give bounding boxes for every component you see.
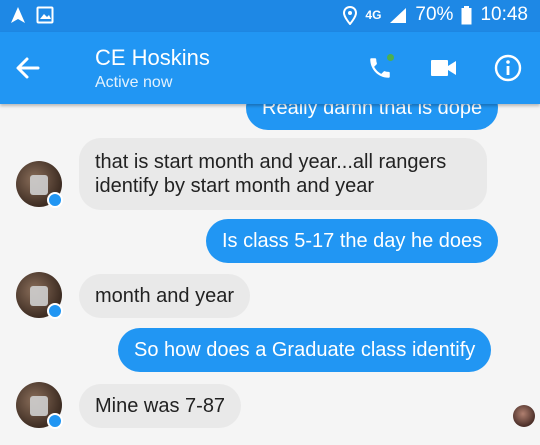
- received-message[interactable]: Mine was 7-87: [79, 384, 242, 428]
- voice-call-button[interactable]: [364, 52, 396, 84]
- contact-name[interactable]: CE Hoskins: [95, 45, 210, 71]
- info-button[interactable]: [492, 52, 524, 84]
- message-text-line: identify by start month and year: [95, 175, 375, 197]
- battery-percent: 70%: [415, 4, 454, 25]
- sent-message[interactable]: Is class 5-17 the day he does: [206, 219, 499, 263]
- navigation-icon: [11, 7, 25, 23]
- online-indicator: [386, 53, 395, 62]
- received-message[interactable]: that is start month and year...all range…: [79, 138, 487, 210]
- status-bar: 4G 70% 10:48: [0, 0, 540, 32]
- message-text-line: that is start month and year...all range…: [95, 151, 447, 173]
- message-text: Really damn that is dope: [262, 104, 483, 119]
- message-text: month and year: [95, 285, 234, 307]
- clock: 10:48: [480, 4, 528, 25]
- info-icon: [494, 54, 522, 82]
- arrow-left-icon: [16, 57, 40, 79]
- video-camera-icon: [431, 60, 456, 76]
- message-list[interactable]: Really damn that is dope that is start m…: [0, 104, 540, 445]
- message-text: So how does a Graduate class identify: [134, 339, 476, 361]
- signal-icon: [390, 7, 407, 23]
- gallery-icon: [36, 6, 54, 24]
- network-type: 4G: [365, 8, 382, 22]
- back-button[interactable]: [14, 54, 46, 82]
- conversation-header: CE Hoskins Active now: [0, 32, 540, 104]
- video-call-button[interactable]: [428, 52, 460, 84]
- seen-indicator-avatar: [513, 405, 535, 427]
- messenger-badge-icon: [47, 303, 63, 319]
- sent-message[interactable]: So how does a Graduate class identify: [118, 328, 492, 372]
- contact-status: Active now: [95, 74, 173, 91]
- status-left: [10, 6, 54, 24]
- messenger-badge-icon: [47, 413, 63, 429]
- messenger-badge-icon: [47, 192, 63, 208]
- battery-icon: [461, 5, 472, 24]
- header-actions: [364, 52, 524, 84]
- message-text: Is class 5-17 the day he does: [222, 230, 483, 252]
- status-right: 4G 70% 10:48: [343, 4, 528, 26]
- message-text: Mine was 7-87: [95, 395, 226, 417]
- location-icon: [343, 5, 358, 25]
- sent-message[interactable]: Really damn that is dope: [246, 104, 499, 130]
- received-message[interactable]: month and year: [79, 274, 250, 318]
